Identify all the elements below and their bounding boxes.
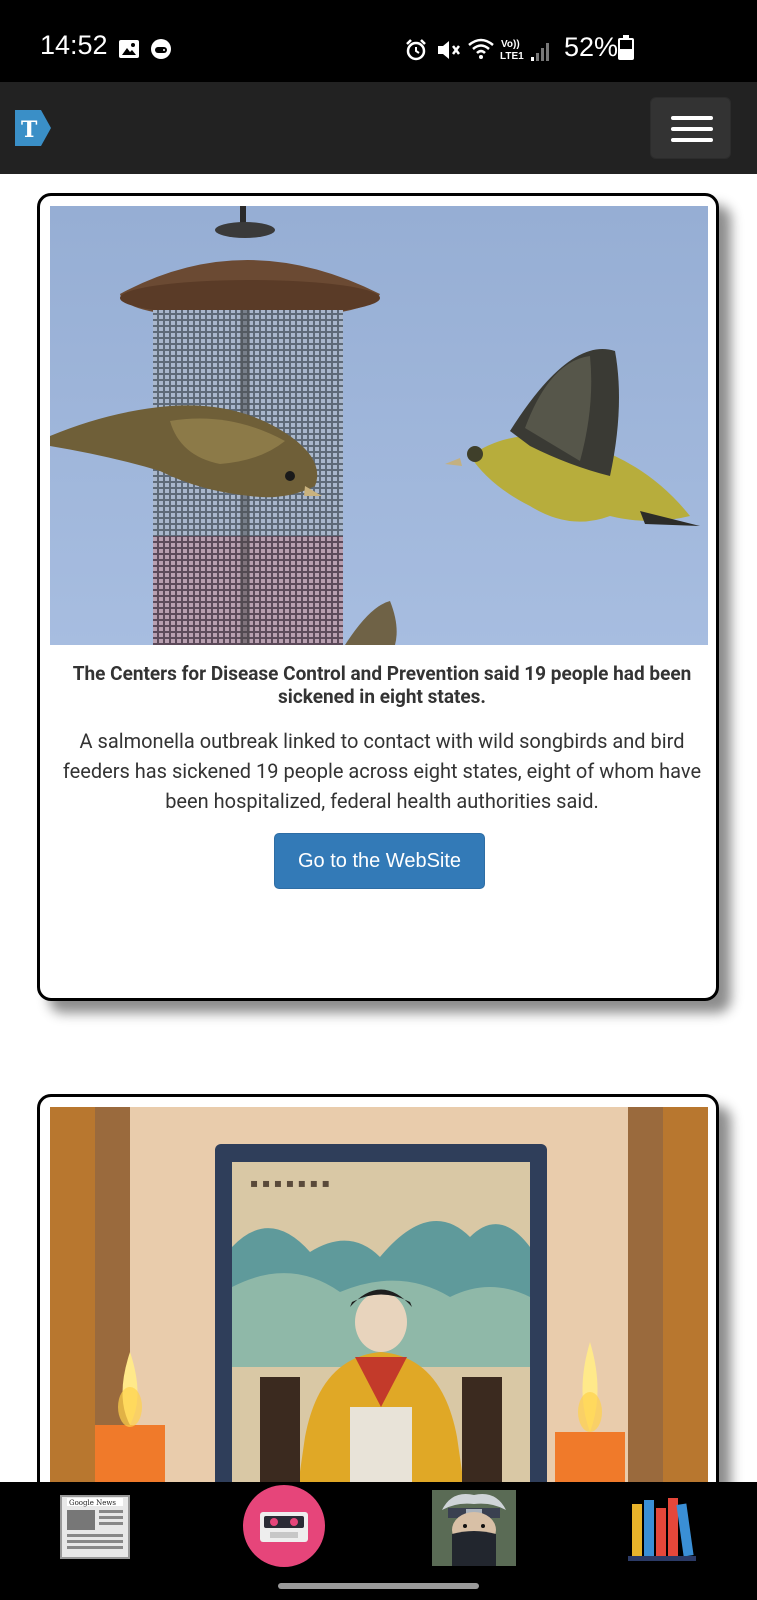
- article-image-birds: [50, 206, 708, 645]
- cassette-icon: [243, 1485, 325, 1567]
- go-to-website-button[interactable]: Go to the WebSite: [274, 833, 485, 889]
- wifi-icon: [468, 38, 494, 59]
- battery-icon: [618, 35, 634, 60]
- alarm-icon: [406, 39, 426, 61]
- mute-icon: [438, 41, 460, 59]
- lte-icon: Vo)) LTE1: [500, 39, 524, 62]
- svg-text:Vo)): Vo)): [501, 39, 520, 50]
- article-card: ▪ ▪ ▪ ▪ ▪ ▪ ▪: [37, 1094, 719, 1482]
- svg-text:LTE1: LTE1: [500, 51, 524, 62]
- status-bar: 14:52 Vo)) LTE1 52%: [0, 0, 757, 82]
- article-image-portrait-shrine: ▪ ▪ ▪ ▪ ▪ ▪ ▪: [50, 1107, 708, 1482]
- article-card: The Centers for Disease Control and Prev…: [37, 193, 719, 1001]
- game-icon: [151, 39, 171, 59]
- cassette-button[interactable]: [242, 1484, 326, 1568]
- signal-icon: [531, 43, 549, 61]
- kakashi-avatar-icon[interactable]: [432, 1490, 516, 1566]
- svg-text:T: T: [21, 117, 38, 143]
- article-title: The Centers for Disease Control and Prev…: [72, 662, 692, 708]
- books-icon[interactable]: [622, 1490, 706, 1566]
- menu-bar-icon: [671, 116, 713, 120]
- bottom-nav: Google News: [0, 1482, 757, 1600]
- navbar: T: [0, 82, 757, 174]
- battery-percent: 52%: [564, 32, 619, 62]
- image-icon: [119, 40, 139, 58]
- times-t-logo-icon[interactable]: T: [15, 110, 51, 146]
- article-summary: A salmonella outbreak linked to contact …: [62, 729, 702, 813]
- article-list[interactable]: The Centers for Disease Control and Prev…: [0, 174, 757, 1482]
- status-time: 14:52: [40, 30, 108, 60]
- hamburger-menu-button[interactable]: [650, 97, 731, 159]
- menu-bar-icon: [671, 127, 713, 131]
- menu-bar-icon: [671, 138, 713, 142]
- home-indicator[interactable]: [278, 1583, 479, 1589]
- svg-text:▪ ▪ ▪ ▪ ▪ ▪ ▪: ▪ ▪ ▪ ▪ ▪ ▪ ▪: [250, 1176, 330, 1190]
- svg-text:Google News: Google News: [69, 1499, 116, 1507]
- google-news-icon[interactable]: Google News: [55, 1490, 139, 1566]
